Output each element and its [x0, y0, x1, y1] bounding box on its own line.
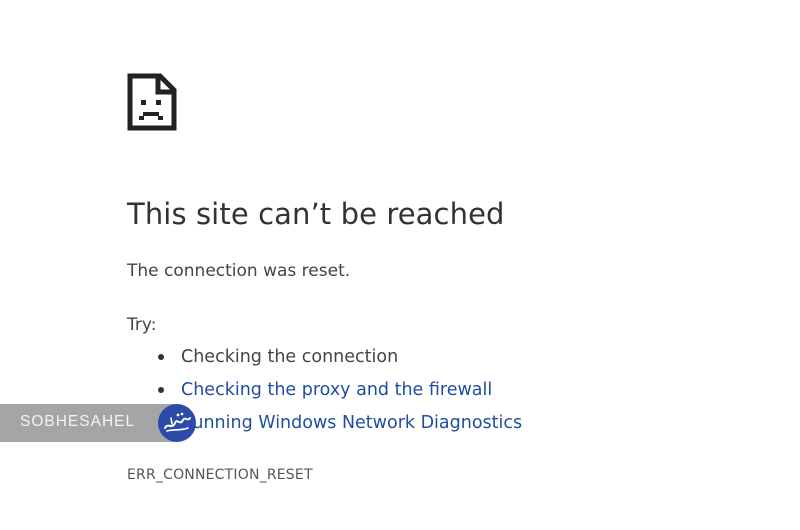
try-label: Try: — [127, 315, 157, 335]
watermark: SOBHESAHEL — [0, 404, 196, 442]
sad-page-icon — [127, 73, 177, 131]
error-subtitle: The connection was reset. — [127, 261, 351, 281]
bullet-icon — [158, 387, 164, 393]
watermark-bar: SOBHESAHEL — [0, 404, 176, 442]
network-diagnostics-link[interactable]: Running Windows Network Diagnostics — [181, 411, 522, 435]
watermark-text: SOBHESAHEL — [20, 413, 136, 430]
check-proxy-firewall-link[interactable]: Checking the proxy and the firewall — [181, 378, 492, 402]
error-code: ERR_CONNECTION_RESET — [127, 467, 313, 483]
error-title: This site can’t be reached — [127, 197, 505, 231]
sobhesahel-logo-icon — [158, 404, 196, 442]
suggestion-label: Checking the connection — [181, 347, 399, 367]
bullet-icon — [158, 354, 164, 360]
